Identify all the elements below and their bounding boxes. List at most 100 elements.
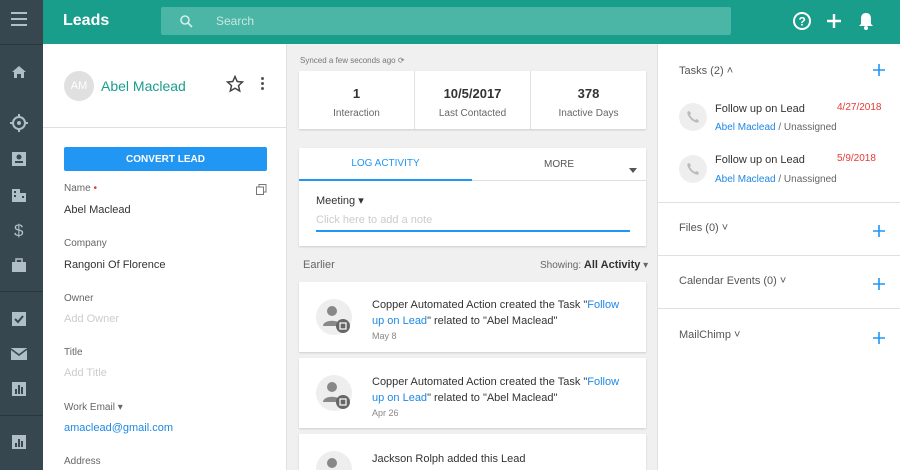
phone-icon [679,155,707,183]
svg-text:$: $ [14,221,24,239]
search-input[interactable]: Search [161,7,731,35]
stat-label: Inactive Days [558,108,619,119]
nav-divider [0,291,43,292]
stats-card: 1 Interaction 10/5/2017 Last Contacted 3… [299,71,646,129]
sync-status: Synced a few seconds ago ⟳ [300,56,405,65]
activity-item[interactable]: Copper Automated Action created the Task… [299,358,646,428]
dollar-icon[interactable]: $ [9,220,29,240]
log-activity-card: LOG ACTIVITY MORE Meeting ▾ Click here t… [299,148,646,246]
note-underline [316,230,630,232]
note-input[interactable]: Click here to add a note [316,214,432,226]
stat-interaction: 1 Interaction [299,71,415,129]
add-file-icon[interactable] [872,222,886,237]
contact-card-icon[interactable] [9,149,29,169]
tab-more[interactable]: MORE [472,148,646,181]
task-title[interactable]: Follow up on Lead [715,154,805,166]
chevron-down-icon: ▾ [358,195,364,207]
mail-icon[interactable] [9,344,29,364]
activity-type-select[interactable]: Meeting ▾ [316,194,364,207]
chevron-down-icon: ▾ [643,260,649,271]
nav-divider [0,415,43,416]
plus-icon[interactable] [824,11,844,31]
stat-value: 1 [352,86,361,101]
section-divider [658,202,900,203]
menu-icon[interactable] [11,12,27,26]
owner-field[interactable]: Add Owner [64,313,119,325]
target-icon[interactable] [9,113,29,133]
help-icon[interactable]: ? [792,11,812,31]
svg-text:?: ? [799,15,806,29]
chevron-down-icon: ˅ [721,222,729,234]
task-due-date: 4/27/2018 [837,102,882,113]
building-icon[interactable] [9,185,29,205]
stat-label: Last Contacted [438,108,507,119]
tab-log-activity[interactable]: LOG ACTIVITY [299,148,472,181]
stat-last-contacted: 10/5/2017 Last Contacted [415,71,531,129]
activity-item[interactable]: Jackson Rolph added this Lead [299,434,646,470]
calendar-events-header[interactable]: Calendar Events (0) ˅ [679,275,786,287]
briefcase-icon[interactable] [9,256,29,276]
stat-label: Interaction [333,108,380,119]
mailchimp-header[interactable]: MailChimp ˅ [679,329,740,341]
title-field[interactable]: Add Title [64,367,107,379]
name-label: Name • [64,183,97,194]
search-icon [179,14,193,31]
chevron-down-icon: ˅ [779,275,787,287]
task-person-link[interactable]: Abel Maclead [715,174,776,185]
bar-chart-icon[interactable] [9,379,29,399]
task-person-link[interactable]: Abel Maclead [715,122,776,133]
lead-detail-panel: AM Abel Maclead CONVERT LEAD Name • Abel… [43,44,287,470]
copy-icon[interactable] [256,184,267,198]
activity-text: Copper Automated Action created the Task… [372,299,620,327]
files-header[interactable]: Files (0) ˅ [679,222,728,234]
add-calendar-event-icon[interactable] [872,275,886,290]
name-value[interactable]: Abel Maclead [64,204,131,216]
section-divider [658,255,900,256]
lead-name: Abel Maclead [101,78,186,94]
nav-divider [0,44,43,45]
home-icon[interactable] [9,62,29,82]
company-label: Company [64,238,107,249]
add-mailchimp-icon[interactable] [872,329,886,344]
task-due-date: 5/9/2018 [837,153,876,164]
search-placeholder: Search [216,14,255,28]
caret-down-icon[interactable] [629,162,637,176]
checkbox-icon[interactable] [9,309,29,329]
star-icon[interactable] [225,74,245,96]
more-options-icon[interactable] [261,77,265,92]
top-bar: Leads Search ? [43,0,900,44]
sync-icon: ⟳ [397,56,405,65]
task-title[interactable]: Follow up on Lead [715,103,805,115]
person-task-icon [316,299,352,335]
person-task-icon [316,375,352,411]
bell-icon[interactable] [856,11,876,31]
task-meta: Abel Maclead / Unassigned [715,174,837,185]
company-value[interactable]: Rangoni Of Florence [64,259,166,271]
person-icon [316,451,352,470]
task-meta: Abel Maclead / Unassigned [715,122,837,133]
activity-item[interactable]: Copper Automated Action created the Task… [299,282,646,352]
stat-value: 10/5/2017 [443,86,502,101]
chevron-down-icon: ˅ [734,329,741,341]
avatar: AM [64,71,94,101]
activity-date: May 8 [372,331,397,341]
lead-header: AM Abel Maclead [43,44,286,128]
work-email-value[interactable]: amaclead@gmail.com [64,422,173,434]
stat-inactive-days: 378 Inactive Days [531,71,646,129]
report-icon[interactable] [9,432,29,452]
earlier-label: Earlier [303,259,335,271]
activity-date: Apr 26 [372,408,399,418]
activity-filter[interactable]: Showing: All Activity ▾ [540,259,648,271]
add-task-icon[interactable] [872,61,886,76]
activity-column: Synced a few seconds ago ⟳ 1 Interaction… [288,44,657,470]
activity-tabs: LOG ACTIVITY MORE [299,148,646,181]
section-divider [658,308,900,309]
work-email-label[interactable]: Work Email ▾ [64,402,123,413]
tasks-header[interactable]: Tasks (2) ˄ [679,65,733,77]
owner-label: Owner [64,293,94,304]
page-title: Leads [63,12,110,29]
stat-value: 378 [577,86,600,101]
title-label: Title [64,347,83,358]
chevron-down-icon: ▾ [117,402,123,413]
convert-lead-button[interactable]: CONVERT LEAD [64,147,267,171]
